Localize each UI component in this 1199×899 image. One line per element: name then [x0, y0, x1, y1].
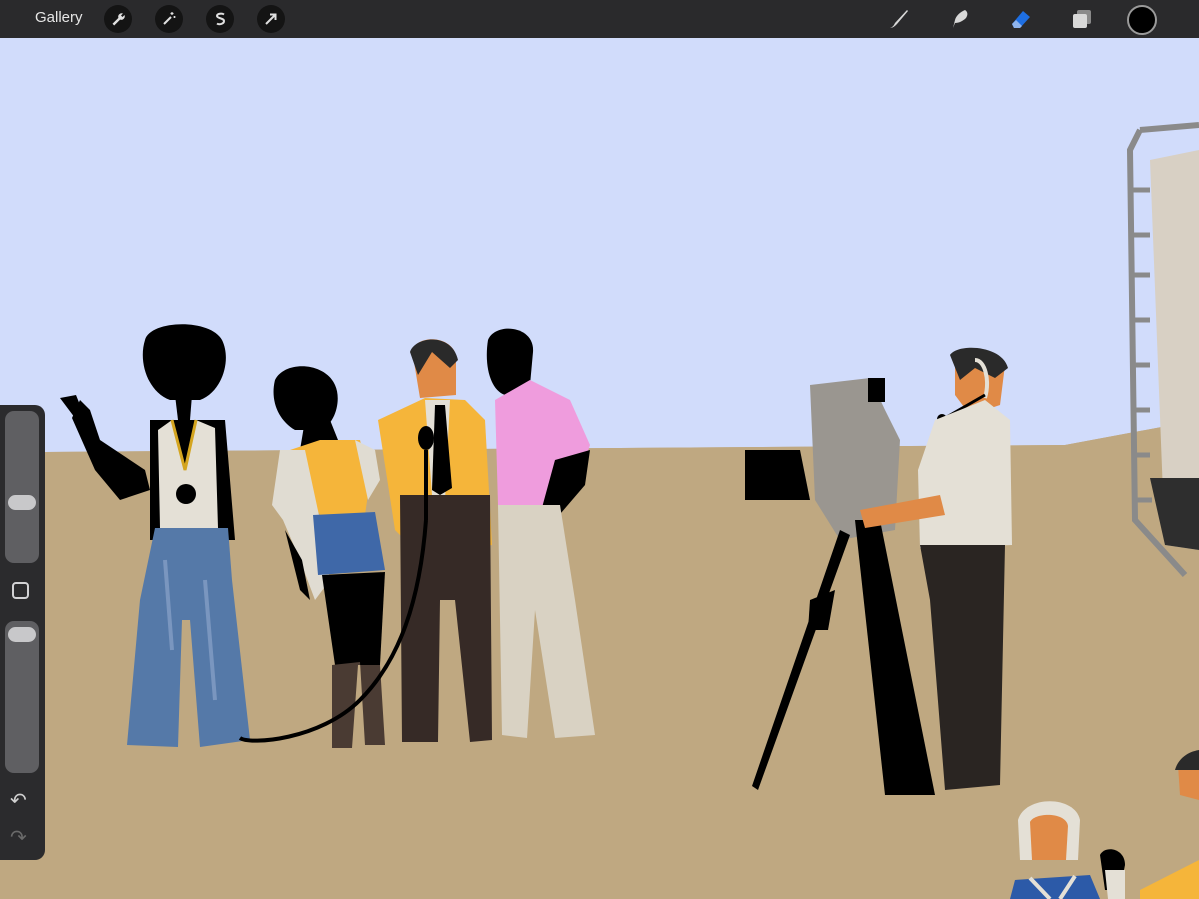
- brush-size-slider[interactable]: [5, 411, 39, 563]
- drawing-canvas[interactable]: [0, 38, 1199, 899]
- selection-s-icon: [215, 12, 226, 26]
- wrench-icon: [112, 13, 125, 26]
- opacity-slider[interactable]: [5, 621, 39, 773]
- actions-button[interactable]: [104, 5, 132, 33]
- selection-button[interactable]: [206, 5, 234, 33]
- redo-icon[interactable]: ↷: [10, 827, 27, 847]
- color-picker-swatch[interactable]: [1127, 5, 1157, 35]
- transform-button[interactable]: [257, 5, 285, 33]
- layers-button[interactable]: [1067, 4, 1097, 34]
- gallery-button[interactable]: Gallery: [35, 9, 83, 26]
- adjustments-button[interactable]: [155, 5, 183, 33]
- modify-button[interactable]: [12, 582, 29, 599]
- smudge-tool-button[interactable]: [945, 4, 975, 34]
- eraser-tool-button[interactable]: [1006, 4, 1036, 34]
- brush-tool-button[interactable]: [884, 4, 914, 34]
- brush-size-thumb[interactable]: [8, 495, 36, 510]
- undo-icon[interactable]: ↶: [10, 790, 27, 810]
- brush-sidebar: ↶ ↷: [0, 405, 45, 860]
- smudge-icon: [953, 10, 968, 28]
- top-toolbar: Gallery: [0, 0, 1199, 38]
- eraser-icon: [1012, 11, 1030, 28]
- layers-icon: [1073, 10, 1091, 28]
- magic-wand-icon: [163, 12, 176, 25]
- opacity-thumb[interactable]: [8, 627, 36, 642]
- arrow-cursor-icon: [265, 13, 277, 25]
- brush-icon: [890, 10, 908, 28]
